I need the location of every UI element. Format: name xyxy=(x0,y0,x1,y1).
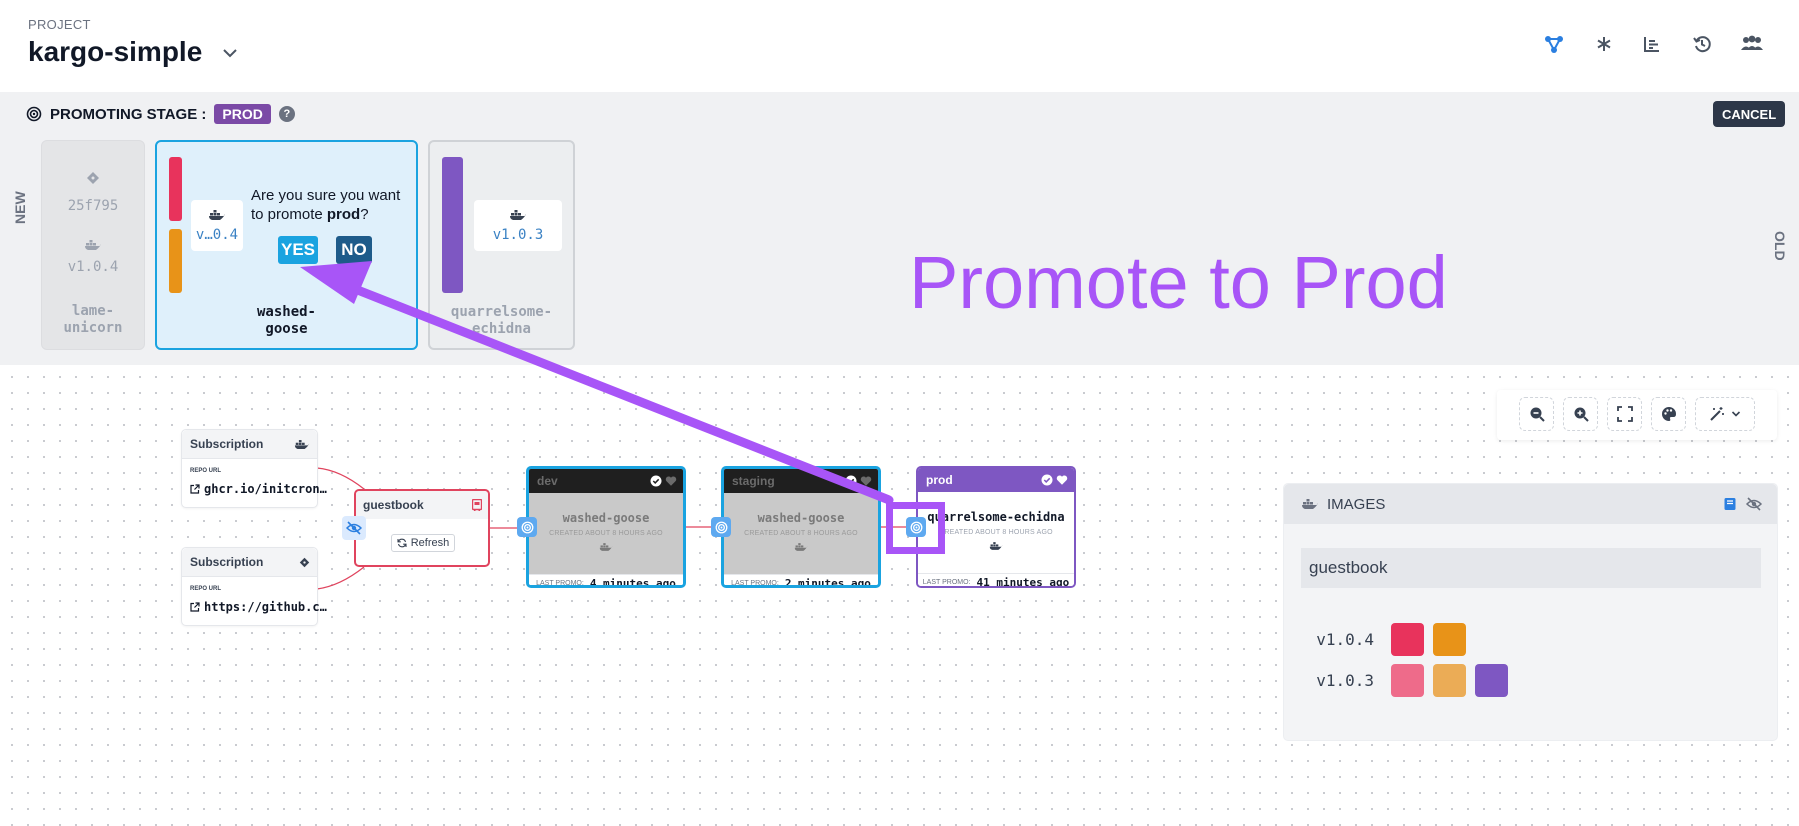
image-tag-label: v1.0.4 xyxy=(1316,630,1374,649)
docker-icon xyxy=(724,542,878,552)
hide-eye-button[interactable] xyxy=(342,516,366,540)
stage-body: washed-goose CREATED ABOUT 8 HOURS AGO xyxy=(724,493,878,574)
refresh-button[interactable]: Refresh xyxy=(391,534,455,552)
image-stage-swatch[interactable] xyxy=(1433,664,1466,697)
chevron-down-icon xyxy=(1731,411,1741,417)
graph-toolbar xyxy=(1497,390,1777,440)
warehouse-icon xyxy=(472,499,482,511)
eye-slash-icon xyxy=(346,521,362,535)
warehouse-name: guestbook xyxy=(363,498,424,512)
image-repo-name: guestbook xyxy=(1301,548,1761,588)
images-header: IMAGES xyxy=(1284,484,1777,524)
book-icon[interactable] xyxy=(1723,497,1737,511)
subscription-header: Subscription xyxy=(182,548,317,577)
last-promo-value: 41 minutes ago xyxy=(976,575,1070,588)
images-panel: IMAGES guestbook v1.0.4 v1.0.3 xyxy=(1283,483,1778,741)
subscription-node-git[interactable]: Subscription REPO URL https://github.c… xyxy=(181,547,327,626)
image-tag-row: v1.0.3 xyxy=(1284,664,1517,697)
external-link-icon xyxy=(190,484,200,494)
image-tag-row: v1.0.4 xyxy=(1284,623,1475,656)
subscription-node-image[interactable]: Subscription REPO URL ghcr.io/initcron… xyxy=(181,429,327,508)
palette-icon xyxy=(1661,407,1676,421)
last-promo-label: LAST PROMO: xyxy=(536,579,584,587)
repo-url: ghcr.io/initcron… xyxy=(204,482,327,496)
stage-freight: washed-goose xyxy=(757,511,845,525)
stage-footer: LAST PROMO: 2 minutes ago xyxy=(724,574,878,588)
image-stage-swatch[interactable] xyxy=(1391,664,1424,697)
last-promo-value: 2 minutes ago xyxy=(784,576,871,588)
repo-url: https://github.c… xyxy=(204,600,327,614)
check-circle-icon xyxy=(1041,474,1053,486)
git-icon xyxy=(299,557,310,567)
repo-url-label: REPO URL xyxy=(190,468,222,474)
annotation-text: Promote to Prod xyxy=(909,241,1448,324)
stage-header: staging xyxy=(724,469,878,493)
stage-node-dev[interactable]: dev washed-goose CREATED ABOUT 8 HOURS A… xyxy=(526,466,686,588)
zoom-in-icon xyxy=(1574,407,1589,422)
docker-icon xyxy=(294,439,310,449)
eye-slash-icon[interactable] xyxy=(1745,497,1763,511)
stage-header: prod xyxy=(918,468,1074,492)
target-icon xyxy=(521,521,533,533)
magic-wand-icon xyxy=(1710,407,1724,421)
check-circle-icon xyxy=(650,475,662,487)
heart-icon xyxy=(665,476,677,486)
warehouse-header: guestbook xyxy=(356,491,488,519)
auto-layout-dropdown[interactable] xyxy=(1695,397,1755,431)
stage-name: prod xyxy=(926,473,953,487)
heart-icon xyxy=(860,476,872,486)
stage-footer: LAST PROMO: 4 minutes ago xyxy=(529,574,683,588)
stage-status-icons xyxy=(845,475,872,487)
stage-footer: LAST PROMO: 41 minutes ago xyxy=(918,573,1074,588)
stage-status-icons xyxy=(650,475,677,487)
docker-icon xyxy=(1302,499,1318,509)
image-stage-swatch[interactable] xyxy=(1433,623,1466,656)
stage-status-icons xyxy=(1041,474,1068,486)
palette-button[interactable] xyxy=(1651,397,1686,431)
stage-freight: washed-goose xyxy=(562,511,650,525)
target-icon xyxy=(715,521,727,533)
promote-button-staging[interactable] xyxy=(711,517,731,537)
fit-view-button[interactable] xyxy=(1607,397,1642,431)
repo-url-link[interactable]: ghcr.io/initcron… xyxy=(190,482,327,496)
subscription-title: Subscription xyxy=(190,437,264,451)
docker-icon xyxy=(529,542,683,552)
image-stage-swatch[interactable] xyxy=(1475,664,1508,697)
stage-name: dev xyxy=(537,474,558,488)
refresh-icon xyxy=(397,538,407,548)
zoom-out-icon xyxy=(1530,407,1545,422)
stage-created: CREATED ABOUT 8 HOURS AGO xyxy=(744,530,858,537)
last-promo-value: 4 minutes ago xyxy=(589,576,676,588)
repo-url-link[interactable]: https://github.c… xyxy=(190,600,327,614)
stage-created: CREATED ABOUT 8 HOURS AGO xyxy=(549,530,663,537)
stage-node-staging[interactable]: staging washed-goose CREATED ABOUT 8 HOU… xyxy=(721,466,881,588)
last-promo-label: LAST PROMO: xyxy=(731,579,779,587)
zoom-in-button[interactable] xyxy=(1563,397,1598,431)
zoom-out-button[interactable] xyxy=(1519,397,1554,431)
last-promo-label: LAST PROMO: xyxy=(922,578,971,586)
external-link-icon xyxy=(190,602,200,612)
subscription-header: Subscription xyxy=(182,430,317,459)
warehouse-node[interactable]: guestbook Refresh xyxy=(354,489,490,567)
repo-url-label: REPO URL xyxy=(190,586,222,592)
stage-header: dev xyxy=(529,469,683,493)
refresh-label: Refresh xyxy=(410,537,450,549)
image-tag-label: v1.0.3 xyxy=(1316,671,1374,690)
stage-body: washed-goose CREATED ABOUT 8 HOURS AGO xyxy=(529,493,683,574)
expand-icon xyxy=(1616,406,1633,422)
edge-sub2-warehouse xyxy=(316,566,365,590)
check-circle-icon xyxy=(845,475,857,487)
promote-button-dev[interactable] xyxy=(517,517,537,537)
images-title: IMAGES xyxy=(1327,495,1386,513)
subscription-title: Subscription xyxy=(190,555,264,569)
heart-icon xyxy=(1056,475,1068,485)
stage-name: staging xyxy=(732,474,775,488)
annotation-highlight-box xyxy=(886,502,945,554)
image-stage-swatch[interactable] xyxy=(1391,623,1424,656)
